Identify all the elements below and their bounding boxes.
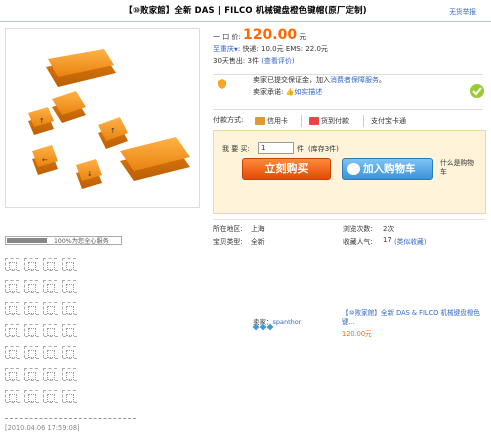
image-placeholder <box>62 368 77 381</box>
title-bar: 【⑩败家館】全新 DAS | FILCO 机械键盘橙色键帽(原厂定制) 无货举报 <box>0 0 491 22</box>
recommended-price: 120.00元 <box>342 330 372 338</box>
quantity-input[interactable]: 1 <box>258 142 294 154</box>
view-reviews-link[interactable]: (查看评价) <box>261 57 294 65</box>
image-placeholder <box>43 280 58 293</box>
accurate-description-link[interactable]: 如实描述 <box>294 88 322 96</box>
seller-rating-diamonds <box>252 323 274 331</box>
image-placeholder <box>62 346 77 359</box>
product-image[interactable]: ↑ ↑ ← ↓ <box>5 28 200 208</box>
buy-now-button[interactable]: 立刻购买 <box>242 158 331 180</box>
keycap-right-arrow: ↑ <box>98 117 128 149</box>
credit-card-icon <box>255 117 265 125</box>
keycap-left-down: ← <box>32 145 58 175</box>
shield-icon <box>218 79 226 89</box>
cash-icon <box>309 117 319 125</box>
seller-guarantee: 卖家已提交保证金，加入消费者保障服务。 卖家承诺: 👍如实描述 <box>213 74 484 110</box>
image-placeholder <box>43 346 58 359</box>
footer-divider <box>5 418 136 419</box>
image-placeholder <box>5 368 20 381</box>
image-placeholder <box>24 280 39 293</box>
page-title: 【⑩败家館】全新 DAS | FILCO 机械键盘橙色键帽(原厂定制) <box>124 5 367 15</box>
timestamp: [2010.04.06 17:59:08] <box>5 424 80 432</box>
keycap-bottom-center: ↓ <box>76 159 102 189</box>
image-placeholder <box>5 324 20 337</box>
image-placeholder <box>43 324 58 337</box>
diamond-icon <box>266 323 274 331</box>
image-placeholder <box>24 258 39 271</box>
diamond-icon <box>259 323 267 331</box>
recommended-item[interactable]: 【⑩败家館】全新 DAS & FILCO 机械键盘橙色键... 120.00元 <box>342 309 488 339</box>
image-placeholder <box>5 346 20 359</box>
consumer-protection-link[interactable]: 消费者保障服务 <box>330 76 379 84</box>
image-placeholder <box>62 280 77 293</box>
keycaps-illustration: ↑ ↑ ← ↓ <box>28 49 190 189</box>
image-placeholder <box>5 390 20 403</box>
image-placeholder <box>43 258 58 271</box>
keycap-top-small: ↑ <box>28 107 54 135</box>
diamond-icon <box>252 323 260 331</box>
thumbs-up-icon: 👍 <box>285 88 295 96</box>
guarantee-badge-icon <box>470 84 484 98</box>
image-placeholder <box>62 390 77 403</box>
svg-text:↑: ↑ <box>110 127 116 135</box>
keycap-long-bottom <box>120 137 190 181</box>
svg-text:↑: ↑ <box>39 117 45 125</box>
image-placeholder <box>5 302 20 315</box>
product-meta: 所在地区: 上海 浏览次数: 2次 宝贝类型: 全新 收藏人气: 17 (类似收… <box>213 219 486 249</box>
image-placeholder <box>24 324 39 337</box>
seller-name-link[interactable]: spanthor <box>273 318 302 326</box>
shipping-row: 至重庆▼: 快递: 10.0元 EMS: 22.0元 <box>213 45 328 53</box>
image-placeholder <box>24 368 39 381</box>
image-placeholder <box>43 368 58 381</box>
image-placeholder <box>43 390 58 403</box>
similar-favorites-link[interactable]: (类似收藏) <box>394 236 427 246</box>
add-to-cart-button[interactable]: 加入购物车 <box>342 158 433 180</box>
payment-alipay-card[interactable]: 支付宝卡通 <box>371 115 406 127</box>
price-row: 一 口 价: 120.00 元 <box>213 27 307 43</box>
keycap-middle <box>52 91 86 123</box>
image-placeholder <box>24 390 39 403</box>
payment-cod[interactable]: 货到付款 <box>309 115 349 127</box>
keycap-long-top <box>46 49 116 87</box>
image-placeholder <box>24 346 39 359</box>
recommended-title[interactable]: 【⑩败家館】全新 DAS & FILCO 机械键盘橙色键... <box>342 309 488 327</box>
price-value: 120.00 <box>243 27 298 43</box>
sales-row: 30天售出: 3件 (查看评价) <box>213 57 295 65</box>
image-placeholder <box>43 302 58 315</box>
image-placeholder <box>24 302 39 315</box>
image-placeholder <box>5 258 20 271</box>
image-placeholder <box>62 324 77 337</box>
service-progress-bar: 100%为您全心服务 <box>5 236 122 245</box>
payment-credit-card[interactable]: 信用卡 <box>255 115 288 127</box>
image-placeholder <box>62 302 77 315</box>
report-link[interactable]: 无货举报 <box>449 6 476 16</box>
service-progress-fill <box>7 238 47 243</box>
cart-icon <box>347 163 360 175</box>
purchase-box: 我 要 买: 1 件 (库存3件) 立刻购买 加入购物车 什么是购物车 <box>213 130 486 214</box>
destination-select[interactable]: 至重庆 <box>213 45 234 53</box>
svg-text:↓: ↓ <box>87 170 93 178</box>
image-placeholder <box>5 280 20 293</box>
image-placeholder <box>62 258 77 271</box>
svg-text:←: ← <box>42 156 48 164</box>
what-is-cart-link[interactable]: 什么是购物车 <box>440 159 480 177</box>
